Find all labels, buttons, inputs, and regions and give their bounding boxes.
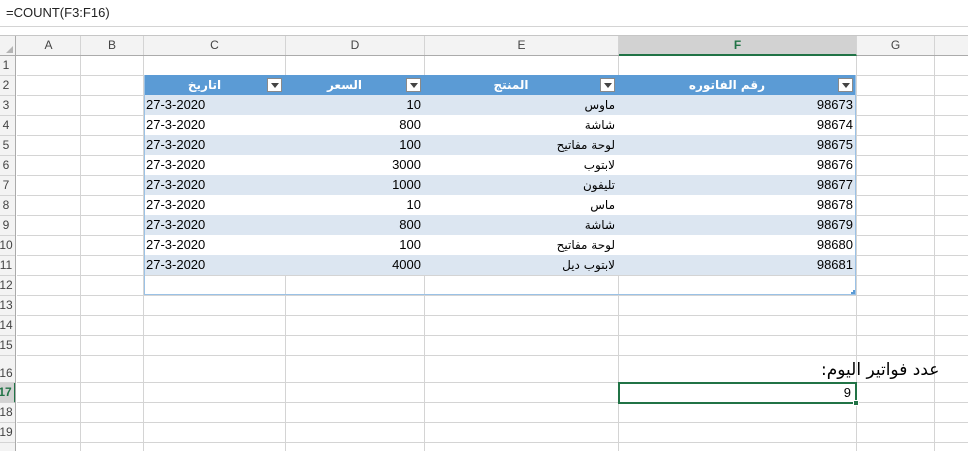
row-header-4[interactable]: 4 <box>0 116 15 136</box>
table-row[interactable]: 27-3-2020 800 شاشة 98679 <box>144 215 856 235</box>
table-row[interactable]: 27-3-2020 10 ماس 98678 <box>144 195 856 215</box>
filter-dropdown-icon[interactable] <box>838 78 853 92</box>
table-row[interactable]: 27-3-2020 1000 تليفون 98677 <box>144 175 856 195</box>
gridline <box>17 275 968 276</box>
invoice-cell[interactable]: 98675 <box>618 135 856 155</box>
row-header-17[interactable]: 17 <box>0 383 15 403</box>
table-row[interactable]: 27-3-2020 100 لوحة مفاتيح 98675 <box>144 135 856 155</box>
price-cell[interactable]: 100 <box>285 235 424 255</box>
filter-dropdown-icon[interactable] <box>600 78 615 92</box>
row-header-13[interactable]: 13 <box>0 296 15 316</box>
column-header-e[interactable]: E <box>425 36 619 55</box>
date-cell[interactable]: 27-3-2020 <box>144 155 285 175</box>
price-cell[interactable]: 10 <box>285 195 424 215</box>
filter-dropdown-icon[interactable] <box>267 78 282 92</box>
row-header-10[interactable]: 10 <box>0 236 15 256</box>
date-cell[interactable]: 27-3-2020 <box>144 235 285 255</box>
date-cell[interactable]: 27-3-2020 <box>144 135 285 155</box>
header-date: اتاريخ <box>144 75 285 95</box>
table-row[interactable]: 27-3-2020 100 لوحة مفاتيح 98680 <box>144 235 856 255</box>
product-cell[interactable]: لابتوب <box>424 155 618 175</box>
date-cell[interactable]: 27-3-2020 <box>144 95 285 115</box>
gridline <box>17 335 968 336</box>
gridline <box>17 355 968 356</box>
table-header-row: اتاريخ السعر المنتج رقم الفاتوره <box>144 75 856 95</box>
invoice-cell[interactable]: 98674 <box>618 115 856 135</box>
invoice-cell[interactable]: 98673 <box>618 95 856 115</box>
row-header-1[interactable]: 1 <box>0 56 15 76</box>
formula-bar[interactable]: =COUNT(F3:F16) <box>0 0 968 27</box>
table-row[interactable]: 27-3-2020 10 ماوس 98673 <box>144 95 856 115</box>
product-cell[interactable]: لوحة مفاتيح <box>424 135 618 155</box>
row-header-5[interactable]: 5 <box>0 136 15 156</box>
invoice-cell[interactable]: 98681 <box>618 255 856 275</box>
row-header-2[interactable]: 2 <box>0 76 15 96</box>
price-cell[interactable]: 800 <box>285 215 424 235</box>
active-cell-f17[interactable]: 9 <box>618 382 857 404</box>
invoice-cell[interactable]: 98677 <box>618 175 856 195</box>
invoice-cell[interactable]: 98679 <box>618 215 856 235</box>
invoice-cell[interactable]: 98676 <box>618 155 856 175</box>
price-cell[interactable]: 1000 <box>285 175 424 195</box>
row-header-12[interactable]: 12 <box>0 276 15 296</box>
table-resize-handle[interactable] <box>851 290 855 294</box>
formula-text[interactable]: =COUNT(F3:F16) <box>6 5 110 20</box>
fill-handle[interactable] <box>853 400 859 406</box>
column-header-d[interactable]: D <box>286 36 425 55</box>
column-header-f[interactable]: F <box>619 36 857 56</box>
invoice-cell[interactable]: 98678 <box>618 195 856 215</box>
product-cell[interactable]: شاشة <box>424 215 618 235</box>
column-header-a[interactable]: A <box>17 36 81 55</box>
date-cell[interactable]: 27-3-2020 <box>144 195 285 215</box>
product-cell[interactable]: لوحة مفاتيح <box>424 235 618 255</box>
header-invoice: رقم الفاتوره <box>618 75 856 95</box>
product-cell[interactable]: تليفون <box>424 175 618 195</box>
worksheet-grid[interactable]: اتاريخ السعر المنتج رقم الفاتوره 27-3-20… <box>17 56 968 451</box>
row-header-18[interactable]: 18 <box>0 403 15 423</box>
gridline <box>17 295 968 296</box>
price-cell[interactable]: 100 <box>285 135 424 155</box>
formula-bar-divider <box>0 27 968 36</box>
row-header-15[interactable]: 15 <box>0 336 15 356</box>
date-cell[interactable]: 27-3-2020 <box>144 175 285 195</box>
row-header-6[interactable]: 6 <box>0 156 15 176</box>
product-cell[interactable]: لابتوب ديل <box>424 255 618 275</box>
price-cell[interactable]: 4000 <box>285 255 424 275</box>
column-header-row: A B C D E F G <box>0 36 968 56</box>
gridline <box>17 315 968 316</box>
gridline <box>17 442 968 443</box>
header-product: المنتج <box>424 75 618 95</box>
product-cell[interactable]: ماس <box>424 195 618 215</box>
date-cell[interactable]: 27-3-2020 <box>144 115 285 135</box>
table-row[interactable]: 27-3-2020 4000 لابتوب ديل 98681 <box>144 255 856 275</box>
filter-dropdown-icon[interactable] <box>406 78 421 92</box>
header-price: السعر <box>285 75 424 95</box>
gridline <box>17 422 968 423</box>
row-header-9[interactable]: 9 <box>0 216 15 236</box>
row-header-19[interactable]: 19 <box>0 423 15 443</box>
product-cell[interactable]: ماوس <box>424 95 618 115</box>
price-cell[interactable]: 3000 <box>285 155 424 175</box>
invoice-count-value[interactable]: 9 <box>844 384 851 402</box>
product-cell[interactable]: شاشة <box>424 115 618 135</box>
column-header-b[interactable]: B <box>81 36 144 55</box>
table-row[interactable]: 27-3-2020 3000 لابتوب 98676 <box>144 155 856 175</box>
column-header-c[interactable]: C <box>144 36 286 55</box>
table-row[interactable]: 27-3-2020 800 شاشة 98674 <box>144 115 856 135</box>
row-header-7[interactable]: 7 <box>0 176 15 196</box>
row-header-16[interactable]: 16 <box>0 356 15 383</box>
row-header-8[interactable]: 8 <box>0 196 15 216</box>
column-header-g[interactable]: G <box>857 36 935 55</box>
date-cell[interactable]: 27-3-2020 <box>144 255 285 275</box>
invoice-cell[interactable]: 98680 <box>618 235 856 255</box>
row-header-11[interactable]: 11 <box>0 256 15 276</box>
row-header-column: 1 2 3 4 5 6 7 8 9 10 11 12 13 14 15 16 1… <box>0 56 16 451</box>
select-all-corner[interactable] <box>0 36 16 55</box>
price-cell[interactable]: 10 <box>285 95 424 115</box>
date-cell[interactable]: 27-3-2020 <box>144 215 285 235</box>
row-header-14[interactable]: 14 <box>0 316 15 336</box>
price-cell[interactable]: 800 <box>285 115 424 135</box>
row-header-3[interactable]: 3 <box>0 96 15 116</box>
summary-label: عدد فواتير اليوم: <box>821 360 940 380</box>
